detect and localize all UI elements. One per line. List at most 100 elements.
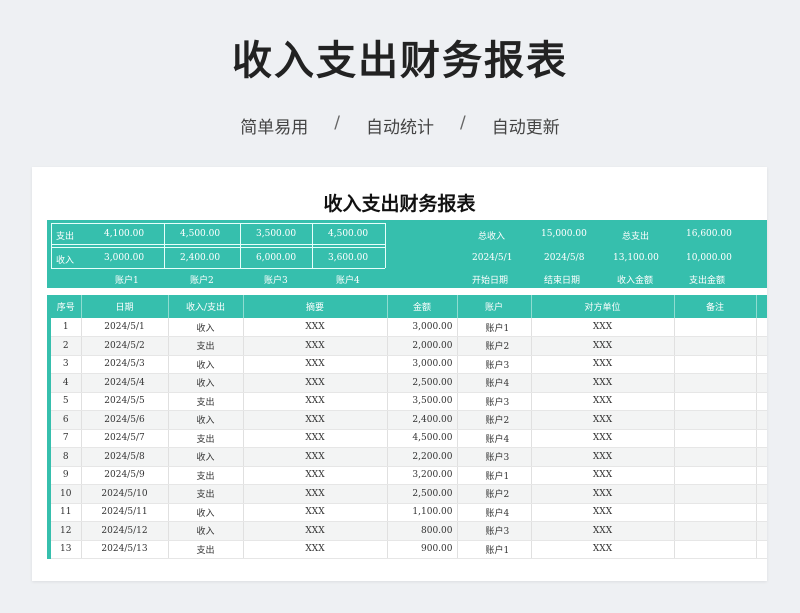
cell-notes <box>674 484 757 504</box>
cell-index: 4 <box>51 373 82 393</box>
cell-index: 8 <box>51 447 82 467</box>
cell-blank <box>756 447 767 467</box>
summary-panel: 支出 4,100.00 4,500.00 3,500.00 4,500.00 收… <box>47 220 767 288</box>
expense-amount-label: 支出金额 <box>689 276 726 286</box>
cell-notes <box>674 392 757 411</box>
cell-counterparty: XXX <box>531 318 675 337</box>
end-date-value: 2024/5/8 <box>544 253 585 263</box>
cell-date: 2024/5/1 <box>81 318 169 337</box>
income-account2: 2,400.00 <box>180 253 221 263</box>
cell-account: 账户1 <box>457 540 532 559</box>
cell-counterparty: XXX <box>531 503 675 522</box>
cell-index: 6 <box>51 410 82 430</box>
cell-index: 1 <box>51 318 82 337</box>
cell-date: 2024/5/5 <box>81 392 169 411</box>
cell-date: 2024/5/11 <box>81 503 169 522</box>
cell-summary: XXX <box>243 355 388 374</box>
cell-notes <box>674 318 757 337</box>
table-row: 2 2024/5/2 支出 XXX 2,000.00 账户2 XXX <box>47 336 767 356</box>
account4-label: 账户4 <box>336 276 360 286</box>
transactions-table: 序号 日期 收入/支出 摘要 金额 账户 对方单位 备注 1 2024/5/1 收入… <box>47 295 767 559</box>
cell-blank <box>756 373 767 393</box>
cell-date: 2024/5/2 <box>81 336 169 356</box>
cell-blank <box>756 503 767 522</box>
table-row: 11 2024/5/11 收入 XXX 1,100.00 账户4 XXX <box>47 503 767 522</box>
cell-summary: XXX <box>243 392 388 411</box>
cell-index: 11 <box>51 503 82 522</box>
expense-row-label: 支出 <box>56 232 75 242</box>
cell-index: 12 <box>51 521 82 541</box>
cell-counterparty: XXX <box>531 484 675 504</box>
table-row: 6 2024/5/6 收入 XXX 2,400.00 账户2 XXX <box>47 410 767 430</box>
table-row: 10 2024/5/10 支出 XXX 2,500.00 账户2 XXX <box>47 484 767 504</box>
cell-date: 2024/5/9 <box>81 466 169 485</box>
table-row: 4 2024/5/4 收入 XXX 2,500.00 账户4 XXX <box>47 373 767 393</box>
cell-type: 支出 <box>168 540 244 559</box>
cell-counterparty: XXX <box>531 355 675 374</box>
table-row: 5 2024/5/5 支出 XXX 3,500.00 账户3 XXX <box>47 392 767 411</box>
tag-easy: 简单易用 <box>240 118 309 138</box>
col-header-date: 日期 <box>81 295 169 318</box>
cell-summary: XXX <box>243 429 388 448</box>
cell-account: 账户4 <box>457 429 532 448</box>
cell-date: 2024/5/8 <box>81 447 169 467</box>
cell-type: 收入 <box>168 355 244 374</box>
cell-type: 收入 <box>168 373 244 393</box>
grid-line <box>51 223 52 268</box>
cell-blank <box>756 521 767 541</box>
total-expense-value: 16,600.00 <box>686 229 732 239</box>
cell-notes <box>674 429 757 448</box>
grid-line <box>164 223 165 268</box>
income-amount-label: 收入金额 <box>617 276 654 286</box>
cell-amount: 3,500.00 <box>387 392 458 411</box>
cell-account: 账户4 <box>457 373 532 393</box>
expense-account1: 4,100.00 <box>104 229 145 239</box>
income-row-label: 收入 <box>56 256 75 266</box>
cell-type: 收入 <box>168 447 244 467</box>
cell-blank <box>756 392 767 411</box>
grid-line <box>51 247 385 248</box>
cell-index: 3 <box>51 355 82 374</box>
cell-type: 收入 <box>168 410 244 430</box>
table-row: 3 2024/5/3 收入 XXX 3,000.00 账户3 XXX <box>47 355 767 374</box>
cell-date: 2024/5/13 <box>81 540 169 559</box>
cell-counterparty: XXX <box>531 540 675 559</box>
cell-counterparty: XXX <box>531 466 675 485</box>
cell-notes <box>674 540 757 559</box>
cell-counterparty: XXX <box>531 447 675 467</box>
cell-amount: 3,000.00 <box>387 355 458 374</box>
cell-account: 账户2 <box>457 484 532 504</box>
expense-amount-value: 10,000.00 <box>686 253 732 263</box>
cell-amount: 2,000.00 <box>387 336 458 356</box>
cell-account: 账户3 <box>457 392 532 411</box>
cell-summary: XXX <box>243 484 388 504</box>
col-header-counterparty: 对方单位 <box>531 295 675 318</box>
table-row: 8 2024/5/8 收入 XXX 2,200.00 账户3 XXX <box>47 447 767 467</box>
account3-label: 账户3 <box>264 276 288 286</box>
cell-date: 2024/5/3 <box>81 355 169 374</box>
cell-notes <box>674 410 757 430</box>
grid-line <box>240 223 241 268</box>
income-account1: 3,000.00 <box>104 253 145 263</box>
cell-account: 账户3 <box>457 521 532 541</box>
cell-account: 账户1 <box>457 466 532 485</box>
grid-line <box>385 223 386 268</box>
cell-date: 2024/5/7 <box>81 429 169 448</box>
cell-blank <box>756 466 767 485</box>
cell-type: 支出 <box>168 429 244 448</box>
expense-account2: 4,500.00 <box>180 229 221 239</box>
cell-summary: XXX <box>243 447 388 467</box>
cell-summary: XXX <box>243 318 388 337</box>
cell-notes <box>674 503 757 522</box>
expense-account3: 3,500.00 <box>256 229 297 239</box>
cell-counterparty: XXX <box>531 392 675 411</box>
account2-label: 账户2 <box>190 276 214 286</box>
tag-separator: / <box>460 113 466 133</box>
table-row: 12 2024/5/12 收入 XXX 800.00 账户3 XXX <box>47 521 767 541</box>
cell-amount: 2,500.00 <box>387 373 458 393</box>
spreadsheet-preview: 收入支出财务报表 支出 4,100.00 4,500.00 3,500.00 4… <box>32 167 767 581</box>
col-header-type: 收入/支出 <box>168 295 244 318</box>
cell-amount: 800.00 <box>387 521 458 541</box>
cell-counterparty: XXX <box>531 373 675 393</box>
cell-account: 账户2 <box>457 410 532 430</box>
